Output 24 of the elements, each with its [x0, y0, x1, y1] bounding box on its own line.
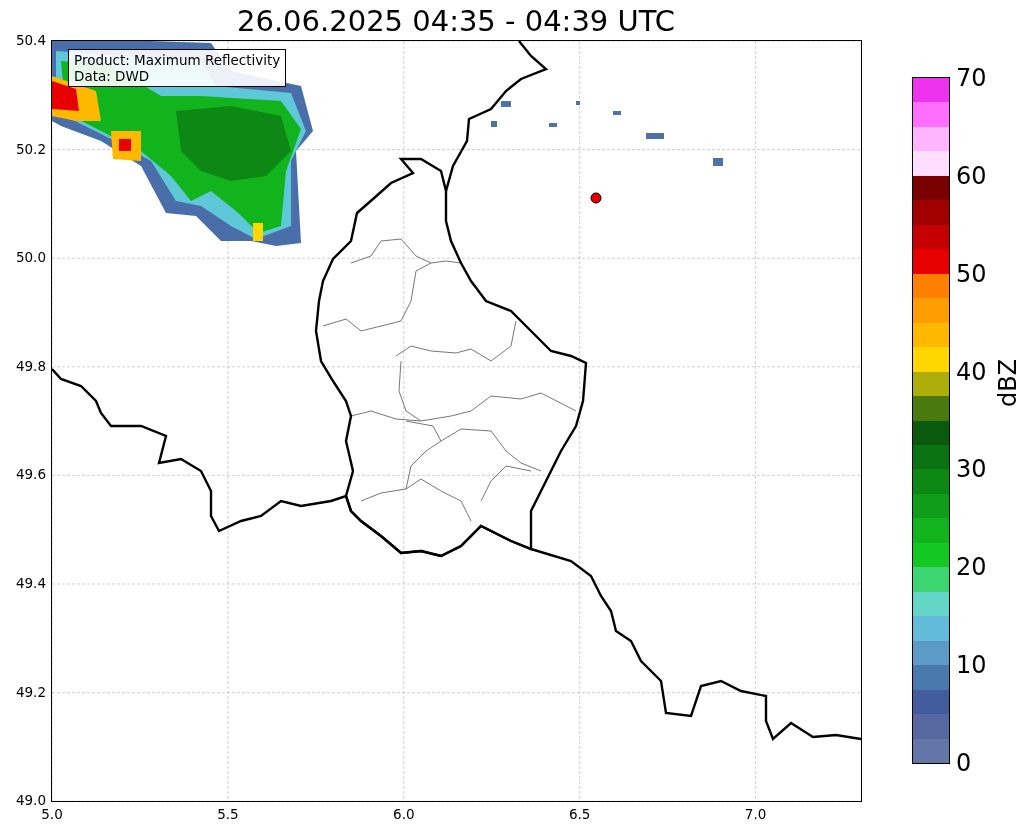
- colorbar-tick-label: 70: [956, 65, 987, 91]
- legend-text: Product: Maximum Reflectivity: [74, 52, 281, 68]
- colorbar-tick-label: 0: [956, 750, 972, 776]
- axis-tick-label: 49.8: [15, 357, 46, 374]
- axis-tick-label: 6.5: [568, 806, 591, 822]
- colorbar-tick-label: 60: [956, 162, 987, 189]
- axis-tick-label: 5.0: [41, 806, 63, 822]
- axis-tick-label: 50.0: [15, 249, 46, 266]
- colorbar-tick-label: 30: [956, 456, 987, 483]
- colorbar-tick-label: 20: [956, 554, 987, 581]
- colorbar-tick-label: 40: [956, 358, 987, 385]
- axis-tick-label: 50.4: [15, 32, 46, 48]
- axis-tick-label: 49.6: [15, 466, 46, 483]
- colorbar-tick-label: 50: [956, 260, 987, 287]
- axis-tick-label: 49.4: [15, 575, 46, 591]
- axis-tick-label: 49.0: [15, 792, 46, 809]
- legend-text: Data: DWD: [74, 68, 151, 84]
- axis-tick-label: 7.0: [744, 806, 767, 822]
- colorbar-label: dBZ: [994, 358, 1022, 407]
- axis-tick-label: 49.2: [15, 683, 46, 700]
- axis-tick-label: 50.2: [15, 140, 46, 157]
- colorbar-tick-label: 10: [956, 652, 987, 679]
- axis-tick-label: 6.0: [393, 806, 415, 822]
- axis-tick-label: 5.5: [217, 806, 239, 822]
